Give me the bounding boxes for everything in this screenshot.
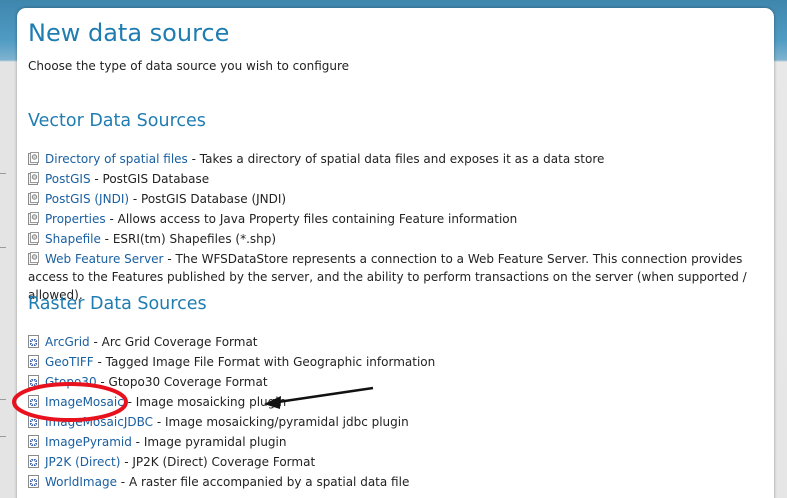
raster-description: - Image mosaicking/pyramidal jdbc plugin [153, 415, 409, 429]
raster-link[interactable]: ImageMosaicJDBC [45, 415, 153, 429]
vector-link[interactable]: Properties [45, 212, 106, 226]
vector-item: Properties - Allows access to Java Prope… [28, 210, 517, 228]
raster-item: GeoTIFF - Tagged Image File Format with … [28, 353, 435, 371]
raster-item: ImageMosaicJDBC - Image mosaicking/pyram… [28, 413, 409, 431]
vector-link[interactable]: Shapefile [45, 232, 101, 246]
raster-store-icon [28, 395, 45, 409]
vector-item: Shapefile - ESRI(tm) Shapefiles (*.shp) [28, 230, 276, 248]
raster-item: ImageMosaic - Image mosaicking plugin [28, 393, 286, 411]
raster-store-icon [28, 475, 45, 489]
vector-description: - ESRI(tm) Shapefiles (*.shp) [100, 232, 277, 246]
vector-store-icon [28, 192, 45, 206]
raster-description: - JP2K (Direct) Coverage Format [120, 455, 316, 469]
vector-store-icon [28, 172, 45, 186]
raster-description: - Arc Grid Coverage Format [89, 335, 258, 349]
raster-store-icon [28, 335, 45, 349]
vector-item: Directory of spatial files - Takes a dir… [28, 150, 604, 168]
sidebar-tick [0, 247, 6, 248]
raster-link[interactable]: Gtopo30 [45, 375, 97, 389]
raster-store-icon [28, 355, 45, 369]
raster-description: - Image pyramidal plugin [131, 435, 287, 449]
vector-link[interactable]: PostGIS (JNDI) [45, 192, 129, 206]
raster-description: - A raster file accompanied by a spatial… [116, 475, 410, 489]
vector-description: - PostGIS Database [90, 172, 210, 186]
raster-store-icon [28, 435, 45, 449]
vector-store-icon [28, 212, 45, 226]
vector-description: - Takes a directory of spatial data file… [187, 152, 605, 166]
left-sidebar-strip [0, 62, 17, 498]
raster-link[interactable]: ImageMosaic [45, 395, 124, 409]
vector-description: - PostGIS Database (JNDI) [129, 192, 287, 206]
raster-link[interactable]: ArcGrid [45, 335, 90, 349]
raster-store-icon [28, 455, 45, 469]
raster-description: - Tagged Image File Format with Geograph… [93, 355, 436, 369]
raster-section-heading: Raster Data Sources [28, 294, 207, 314]
raster-link[interactable]: WorldImage [45, 475, 117, 489]
raster-item: WorldImage - A raster file accompanied b… [28, 473, 409, 491]
sidebar-tick [0, 399, 6, 400]
raster-item: Gtopo30 - Gtopo30 Coverage Format [28, 373, 268, 391]
vector-section-heading: Vector Data Sources [28, 111, 206, 131]
vector-store-icon [28, 152, 45, 166]
vector-store-icon [28, 232, 45, 246]
raster-link[interactable]: ImagePyramid [45, 435, 132, 449]
sidebar-tick [0, 173, 6, 174]
vector-store-icon [28, 252, 45, 266]
sidebar-tick [0, 436, 6, 437]
main-panel: New data source Choose the type of data … [17, 8, 774, 498]
page-title: New data source [28, 19, 230, 47]
vector-item: PostGIS - PostGIS Database [28, 170, 209, 188]
vector-link[interactable]: PostGIS [45, 172, 91, 186]
vector-description: - Allows access to Java Property files c… [105, 212, 518, 226]
raster-store-icon [28, 415, 45, 429]
vector-link[interactable]: Web Feature Server [45, 252, 164, 266]
raster-description: - Image mosaicking plugin [123, 395, 287, 409]
raster-link[interactable]: GeoTIFF [45, 355, 94, 369]
page-subtitle: Choose the type of data source you wish … [28, 59, 350, 73]
vector-item: PostGIS (JNDI) - PostGIS Database (JNDI) [28, 190, 286, 208]
vector-link[interactable]: Directory of spatial files [45, 152, 188, 166]
raster-item: JP2K (Direct) - JP2K (Direct) Coverage F… [28, 453, 315, 471]
raster-description: - Gtopo30 Coverage Format [96, 375, 268, 389]
raster-item: ArcGrid - Arc Grid Coverage Format [28, 333, 258, 351]
raster-item: ImagePyramid - Image pyramidal plugin [28, 433, 286, 451]
raster-link[interactable]: JP2K (Direct) [45, 455, 120, 469]
raster-store-icon [28, 375, 45, 389]
